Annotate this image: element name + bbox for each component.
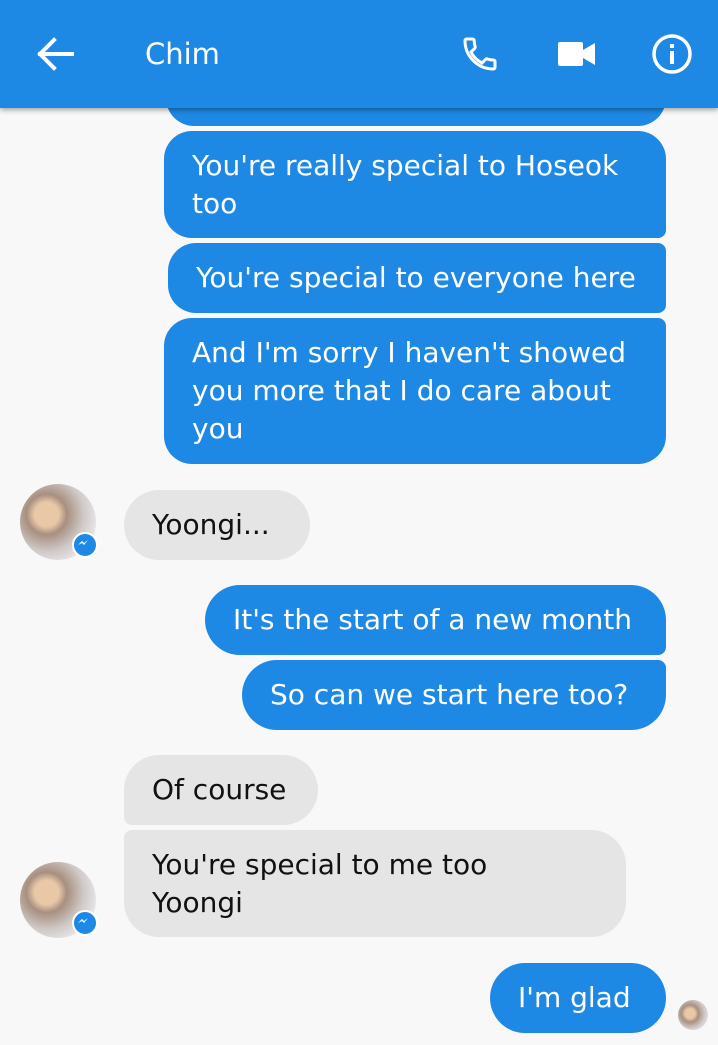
message-text: And I'm sorry I haven't showed you more …: [192, 336, 626, 445]
message-text: So can we start here too?: [270, 678, 629, 711]
outgoing-message-bubble[interactable]: So can we start here too?: [242, 660, 666, 730]
outgoing-message-bubble[interactable]: You're really special to Hoseok too: [164, 131, 666, 238]
seen-receipt-avatar: [678, 1000, 708, 1030]
outgoing-message-bubble[interactable]: And I'm sorry I haven't showed you more …: [164, 318, 666, 464]
message-text: You're special to me too Yoongi: [152, 847, 488, 919]
phone-icon[interactable]: [460, 34, 500, 78]
message-text: I'm glad: [518, 981, 631, 1014]
contact-name[interactable]: Chim: [145, 36, 220, 72]
message-text: You're really special to Hoseok too: [192, 148, 619, 220]
message-text: Yoongi...: [152, 508, 270, 541]
message-text: Of course: [152, 773, 287, 806]
message-text: It's the start of a new month: [233, 603, 632, 636]
outgoing-message-bubble[interactable]: It's the start of a new month: [205, 585, 666, 655]
incoming-message-bubble[interactable]: Of course: [124, 755, 318, 825]
video-camera-icon[interactable]: [557, 40, 597, 72]
outgoing-message-bubble[interactable]: You're special to everyone here: [168, 243, 666, 313]
message-text: You're special to everyone here: [196, 261, 636, 294]
back-arrow-icon[interactable]: [36, 36, 76, 76]
message-list[interactable]: You're really special to Hoseok too You'…: [0, 0, 718, 1045]
incoming-message-bubble[interactable]: Yoongi...: [124, 490, 310, 560]
messenger-badge-icon: [72, 532, 98, 558]
incoming-message-bubble[interactable]: You're special to me too Yoongi: [124, 830, 626, 937]
contact-avatar[interactable]: [20, 862, 98, 938]
info-icon[interactable]: [651, 33, 693, 79]
messenger-badge-icon: [72, 910, 98, 936]
outgoing-message-bubble[interactable]: I'm glad: [490, 963, 666, 1033]
contact-avatar[interactable]: [20, 484, 98, 560]
conversation-header: Chim: [0, 0, 718, 108]
